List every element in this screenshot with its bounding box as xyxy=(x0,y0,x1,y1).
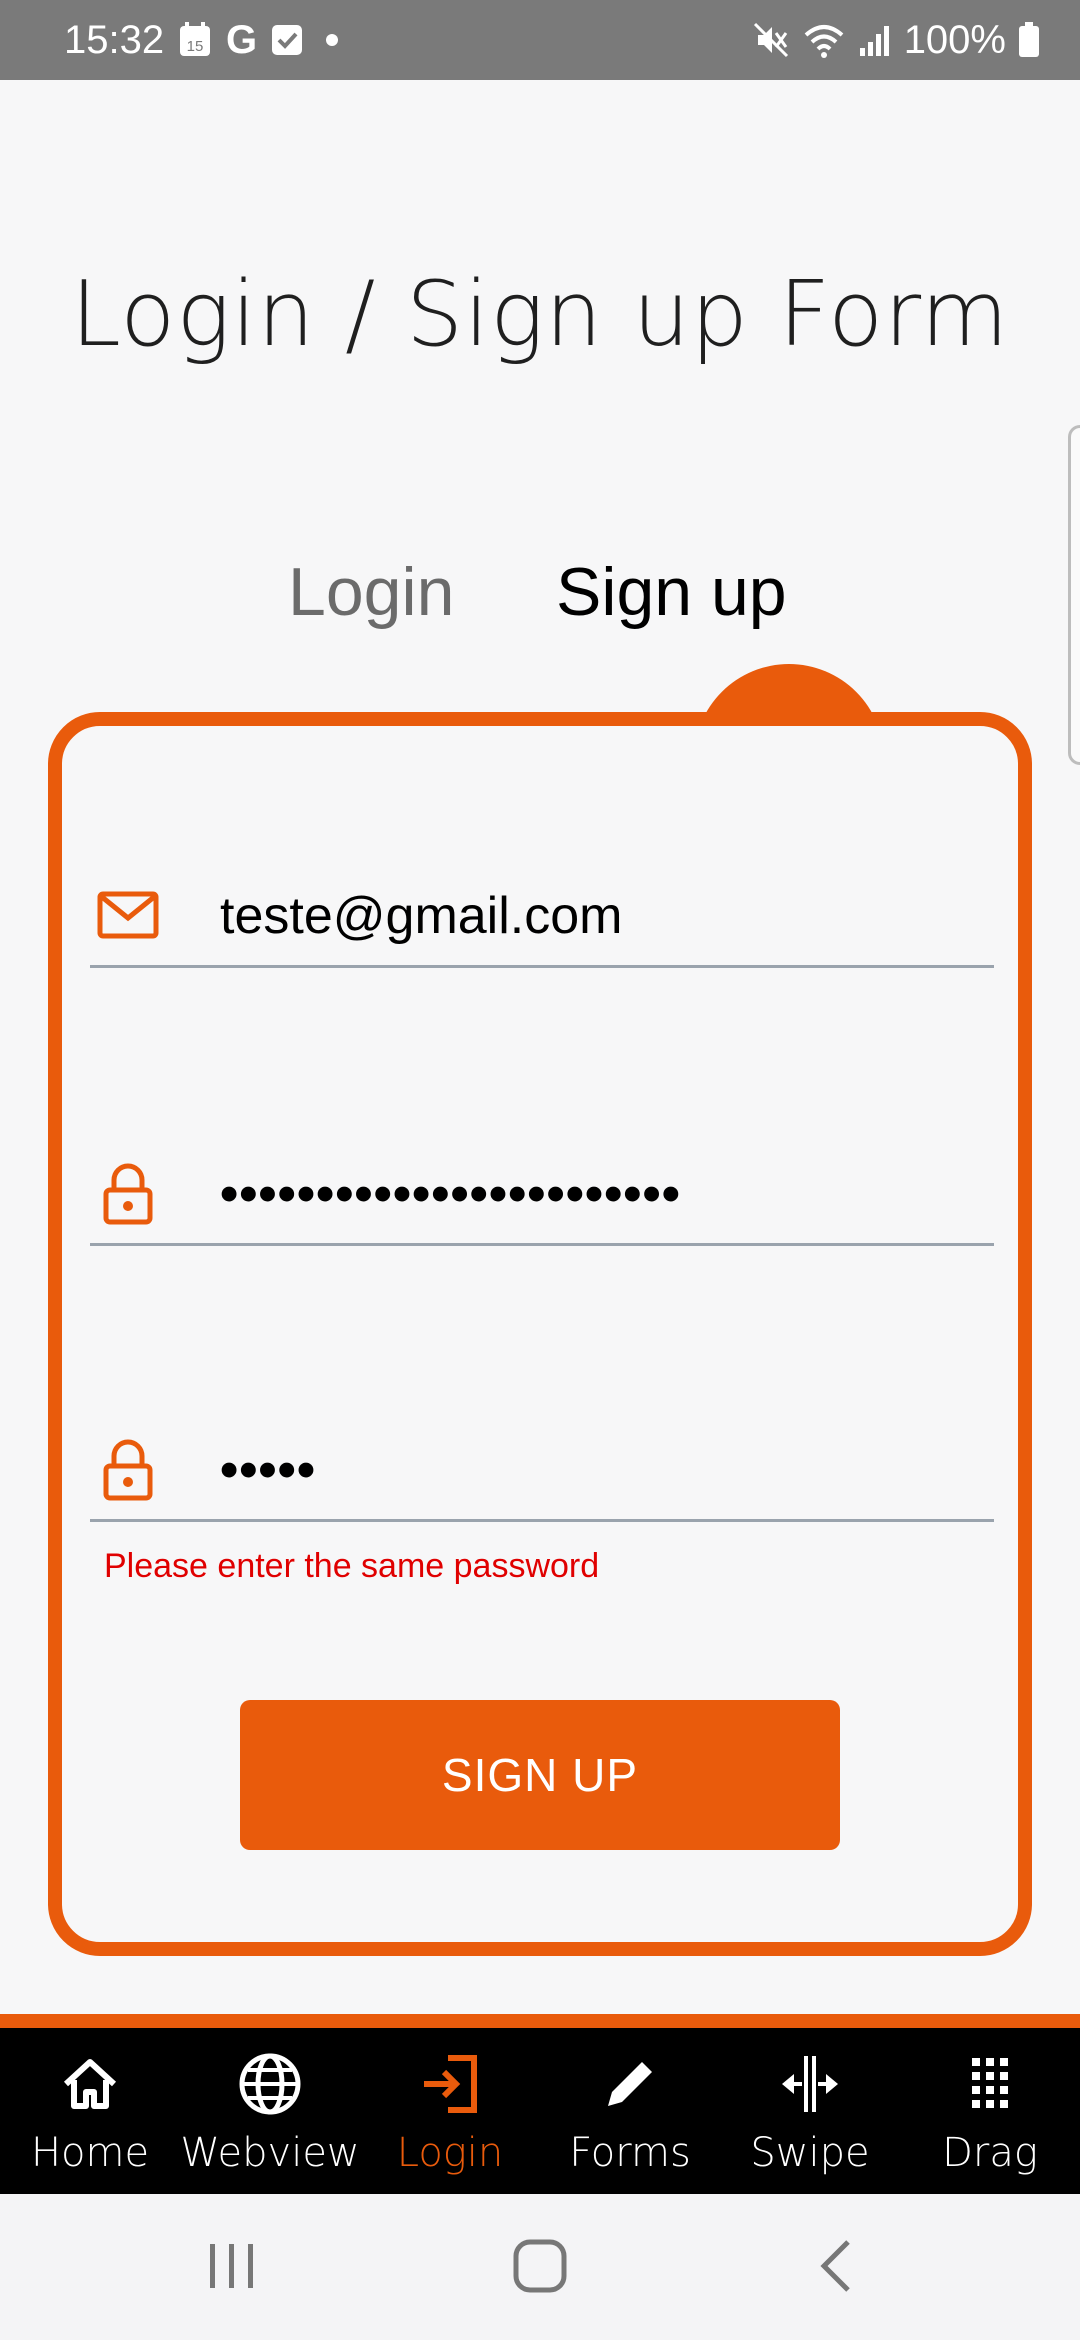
grid-icon xyxy=(972,2058,1008,2108)
nav-item-drag[interactable]: Drag xyxy=(900,2028,1080,2194)
nav-item-swipe[interactable]: Swipe xyxy=(720,2028,900,2194)
google-icon: G xyxy=(226,18,258,62)
back-icon[interactable] xyxy=(806,2234,870,2298)
nav-label-swipe: Swipe xyxy=(750,2130,870,2176)
status-bar: 15:32 15 G 100% xyxy=(0,0,1080,80)
tab-login[interactable]: Login xyxy=(288,552,454,632)
email-field[interactable]: teste@gmail.com xyxy=(90,848,994,968)
signup-button[interactable]: SIGN UP xyxy=(240,1700,840,1850)
dot-icon xyxy=(326,34,339,46)
login-icon xyxy=(424,2055,477,2113)
mute-icon xyxy=(753,22,788,58)
nav-label-webview: Webview xyxy=(180,2130,360,2176)
lock-icon xyxy=(103,1163,153,1225)
nav-label-forms: Forms xyxy=(569,2130,691,2176)
password-input[interactable]: •••••••••••••••••••••••• xyxy=(220,1164,681,1224)
home-button-icon[interactable] xyxy=(508,2234,572,2298)
nav-label-drag: Drag xyxy=(942,2130,1038,2176)
email-input[interactable]: teste@gmail.com xyxy=(220,886,622,946)
nav-item-webview[interactable]: Webview xyxy=(180,2028,360,2194)
home-icon xyxy=(63,2059,117,2109)
edge-panel-handle[interactable] xyxy=(1068,425,1080,765)
nav-item-forms[interactable]: Forms xyxy=(540,2028,720,2194)
mail-icon xyxy=(97,891,159,939)
battery-percentage: 100% xyxy=(903,18,1006,62)
status-system-icons: 100% xyxy=(752,18,1040,62)
swipe-icon xyxy=(782,2056,838,2112)
globe-icon xyxy=(239,2053,301,2115)
signal-icon xyxy=(859,26,889,56)
status-notification-icons: 15 G xyxy=(178,20,347,60)
recent-apps-icon[interactable] xyxy=(200,2234,264,2298)
status-time: 15:32 xyxy=(64,18,165,62)
calendar-icon: 15 xyxy=(180,22,210,56)
pencil-icon xyxy=(608,2062,652,2106)
nav-item-login[interactable]: Login xyxy=(360,2028,540,2194)
svg-text:15: 15 xyxy=(187,38,204,55)
tab-signup[interactable]: Sign up xyxy=(556,552,787,632)
confirm-password-field[interactable]: ••••• xyxy=(90,1402,994,1522)
wifi-icon xyxy=(804,25,844,58)
bottom-nav: Home Webview Login Forms Swipe Drag xyxy=(0,2028,1080,2194)
nav-label-home: Home xyxy=(30,2130,150,2176)
lock-icon xyxy=(103,1439,153,1501)
battery-icon xyxy=(1019,22,1039,57)
nav-item-home[interactable]: Home xyxy=(0,2028,180,2194)
page-title: Login / Sign up Form xyxy=(70,262,1010,367)
password-field[interactable]: •••••••••••••••••••••••• xyxy=(90,1126,994,1246)
confirm-password-input[interactable]: ••••• xyxy=(220,1440,316,1500)
nav-label-login: Login xyxy=(396,2130,504,2176)
system-navigation-bar xyxy=(0,2194,1080,2340)
password-mismatch-error: Please enter the same password xyxy=(104,1547,600,1585)
bottom-nav-divider xyxy=(0,2014,1080,2028)
task-check-icon xyxy=(272,25,303,55)
